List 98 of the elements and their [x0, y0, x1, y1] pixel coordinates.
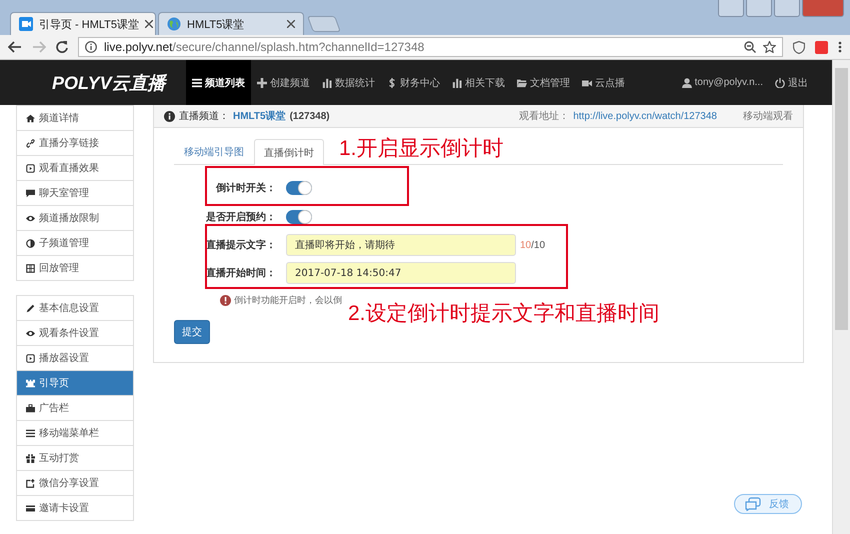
sidebar-item[interactable]: 频道详情 [17, 106, 133, 131]
plus-icon [257, 78, 267, 88]
input-field[interactable]: 2017-07-18 14:50:47 [286, 262, 516, 284]
link-icon [26, 138, 35, 148]
close-icon [145, 20, 154, 28]
logout-link[interactable]: 退出 [769, 60, 814, 105]
sidebar-item[interactable]: 回放管理 [17, 256, 133, 280]
back-icon [8, 41, 22, 54]
tab[interactable]: 移动端引导图 [174, 139, 254, 164]
mobile-watch-link[interactable]: 移动端观看 [743, 109, 793, 123]
castle-icon [26, 378, 35, 388]
sidebar-item[interactable]: 聊天室管理 [17, 181, 133, 206]
watch-link[interactable]: http://live.polyv.cn/watch/127348 [573, 110, 717, 122]
scrollbar[interactable] [832, 60, 850, 534]
field-label: 直播开始时间： [206, 266, 277, 280]
input-field[interactable]: 直播即将开始，请期待 [286, 234, 516, 256]
alert-icon [220, 294, 231, 306]
sidebar-item[interactable]: 观看条件设置 [17, 321, 133, 346]
power-icon [775, 78, 785, 88]
info-icon [164, 110, 175, 122]
video-camera-icon [582, 78, 592, 88]
forward-icon [32, 41, 46, 54]
toggle-switch[interactable] [286, 210, 312, 224]
nav-item[interactable]: 云点播 [576, 60, 631, 105]
more-icon [838, 41, 842, 54]
globe-icon [167, 17, 181, 32]
sidebar-item[interactable]: 子频道管理 [17, 231, 133, 256]
address-bar[interactable]: live.polyv.net/secure/channel/splash.htm?channelId=127348 [78, 37, 783, 58]
card-icon [26, 504, 35, 512]
maximize-button[interactable] [774, 0, 800, 17]
sidebar-item[interactable]: 直播分享链接 [17, 131, 133, 156]
play-icon [26, 354, 35, 362]
close-icon [287, 20, 295, 28]
folder-icon [517, 78, 527, 88]
share-icon [26, 478, 35, 488]
contrast-icon [26, 238, 35, 248]
sidebar-item[interactable]: 基本信息设置 [17, 296, 133, 321]
logo: POLYV云直播 [52, 72, 168, 94]
sidebar-item[interactable]: 引导页 [17, 371, 133, 396]
browser-tab[interactable]: HMLT5课堂 [158, 12, 304, 36]
field-label: 是否开启预约： [206, 210, 277, 224]
sidebar-item[interactable]: 微信分享设置 [17, 471, 133, 496]
new-tab-button[interactable] [307, 16, 341, 32]
video-camera-icon [19, 17, 33, 32]
play-icon [26, 164, 35, 172]
briefcase-icon [26, 404, 35, 412]
pencil-icon [26, 304, 35, 312]
home-icon [26, 114, 35, 122]
bar-chart-icon [452, 78, 462, 88]
user-menu[interactable]: tony@polyv.n... [676, 60, 769, 105]
hint-text: 倒计时功能开启时，会以倒 [234, 294, 342, 306]
character-counter: 10/10 [520, 240, 546, 250]
reload-icon [56, 41, 68, 54]
annotation-text: 2.设定倒计时提示文字和直播时间 [348, 301, 660, 326]
field-label: 直播提示文字： [206, 238, 277, 252]
sidebar-item[interactable]: 频道播放限制 [17, 206, 133, 231]
bar-chart-icon [322, 78, 332, 88]
channel-label: 直播频道： [179, 110, 229, 123]
url-text: live.polyv.net/secure/channel/splash.htm?channelId=127348 [104, 40, 426, 54]
star-icon [763, 41, 776, 54]
sidebar-item[interactable]: 互动打赏 [17, 446, 133, 471]
film-icon [26, 264, 35, 272]
nav-item[interactable]: 相关下载 [446, 60, 511, 105]
chat-icon [745, 497, 761, 511]
profile-button[interactable] [718, 0, 744, 17]
list-icon [192, 78, 202, 88]
nav-item[interactable]: 财务中心 [381, 60, 446, 105]
nav-item[interactable]: 文档管理 [511, 60, 576, 105]
annotation-text: 1.开启显示倒计时 [339, 138, 504, 159]
sidebar-item[interactable]: 广告栏 [17, 396, 133, 421]
sidebar-item[interactable]: 移动端菜单栏 [17, 421, 133, 446]
tab[interactable]: 直播倒计时 [254, 139, 324, 165]
watch-label: 观看地址： [519, 110, 570, 123]
channel-name: HMLT5课堂 [233, 110, 286, 123]
toggle-switch[interactable] [286, 180, 312, 194]
gift-icon [26, 454, 35, 462]
sidebar-item[interactable]: 观看直播效果 [17, 156, 133, 181]
dollar-icon [387, 78, 397, 88]
eye-icon [26, 328, 35, 338]
nav-item[interactable]: 数据统计 [316, 60, 381, 105]
nav-item[interactable]: 创建频道 [251, 60, 316, 105]
channel-id: (127348) [290, 110, 330, 122]
info-icon [85, 41, 97, 54]
sidebar-item[interactable]: 邀请卡设置 [17, 496, 133, 520]
nav-item[interactable]: 频道列表 [186, 60, 251, 105]
submit-button[interactable]: 提交 [174, 320, 210, 344]
scroll-thumb[interactable] [835, 68, 848, 330]
eye-icon [26, 214, 35, 222]
close-button[interactable] [802, 0, 844, 17]
field-label: 倒计时开关： [214, 182, 277, 194]
extension-icon [815, 40, 828, 54]
browser-tab[interactable]: 引导页 - HMLT5课堂 [10, 12, 156, 36]
minimize-button[interactable] [746, 0, 772, 17]
shield-icon [793, 40, 805, 54]
user-icon [682, 78, 692, 88]
chat-icon [26, 188, 35, 198]
zoom-icon [744, 41, 756, 54]
menu-icon [26, 428, 35, 438]
